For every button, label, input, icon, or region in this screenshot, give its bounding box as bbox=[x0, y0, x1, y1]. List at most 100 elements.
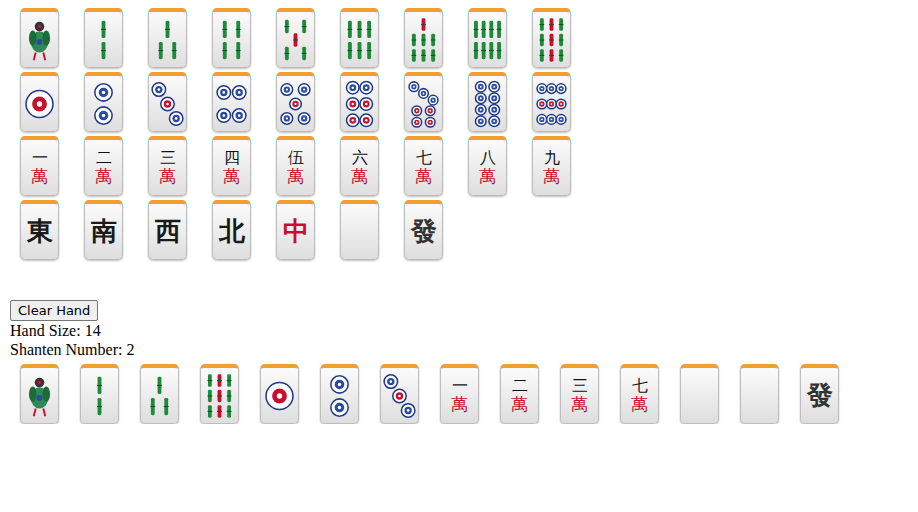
tile-suit: 萬 bbox=[543, 167, 560, 186]
hand-tile[interactable]: 三萬 bbox=[560, 364, 599, 424]
tile-numeral: 一 bbox=[32, 149, 48, 167]
tile[interactable]: 發 bbox=[404, 200, 443, 260]
hand-tile[interactable] bbox=[380, 364, 419, 424]
bamboo-icon bbox=[202, 371, 237, 421]
tile-suit: 萬 bbox=[351, 167, 368, 186]
tile-suit: 萬 bbox=[451, 395, 468, 414]
tile[interactable] bbox=[532, 72, 571, 132]
bird-icon bbox=[22, 371, 57, 421]
tile-suit: 萬 bbox=[571, 395, 588, 414]
tile[interactable] bbox=[340, 200, 379, 260]
hand-tile[interactable]: 七萬 bbox=[620, 364, 659, 424]
hand-tile[interactable] bbox=[740, 364, 779, 424]
shanten-number: Shanten Number: 2 bbox=[10, 340, 918, 359]
dots-icon bbox=[214, 79, 249, 129]
tile[interactable] bbox=[84, 72, 123, 132]
tile[interactable]: 二萬 bbox=[84, 136, 123, 196]
bamboo-icon bbox=[470, 15, 505, 65]
tile-numeral: 一 bbox=[452, 377, 468, 395]
tile-numeral: 三 bbox=[572, 377, 588, 395]
tile-numeral: 六 bbox=[352, 149, 368, 167]
tile[interactable]: 四萬 bbox=[212, 136, 251, 196]
tile[interactable] bbox=[212, 72, 251, 132]
tile[interactable] bbox=[20, 8, 59, 68]
tile-palette: 一萬二萬三萬四萬伍萬六萬七萬八萬九萬東南西北中發 bbox=[10, 8, 918, 260]
hand-tile[interactable] bbox=[80, 364, 119, 424]
hand-tile[interactable] bbox=[260, 364, 299, 424]
tile-honor: 北 bbox=[219, 217, 245, 246]
clear-hand-button[interactable]: Clear Hand bbox=[10, 300, 98, 321]
bamboo-icon bbox=[534, 15, 569, 65]
tile-suit: 萬 bbox=[479, 167, 496, 186]
tile[interactable] bbox=[212, 8, 251, 68]
tile-numeral: 伍 bbox=[288, 149, 304, 167]
tile-numeral: 九 bbox=[544, 149, 560, 167]
hand-size: Hand Size: 14 bbox=[10, 321, 918, 340]
tile[interactable] bbox=[20, 72, 59, 132]
mahjong-hand-builder: 一萬二萬三萬四萬伍萬六萬七萬八萬九萬東南西北中發Clear HandHand S… bbox=[0, 0, 918, 424]
tile[interactable]: 一萬 bbox=[20, 136, 59, 196]
tile[interactable]: 七萬 bbox=[404, 136, 443, 196]
bird-icon bbox=[22, 15, 57, 65]
tile-suit: 萬 bbox=[31, 167, 48, 186]
tile-suit: 萬 bbox=[223, 167, 240, 186]
dots-icon bbox=[22, 79, 57, 129]
dots-icon bbox=[262, 371, 297, 421]
tile-numeral: 七 bbox=[416, 149, 432, 167]
tile[interactable] bbox=[148, 8, 187, 68]
tile[interactable]: 三萬 bbox=[148, 136, 187, 196]
tile-honor: 東 bbox=[27, 217, 53, 246]
hand-tile[interactable] bbox=[140, 364, 179, 424]
tile[interactable]: 六萬 bbox=[340, 136, 379, 196]
tile[interactable] bbox=[84, 8, 123, 68]
bamboo-icon bbox=[406, 15, 441, 65]
tile-suit: 萬 bbox=[95, 167, 112, 186]
tile[interactable]: 南 bbox=[84, 200, 123, 260]
hand-tile[interactable] bbox=[200, 364, 239, 424]
tile[interactable] bbox=[276, 72, 315, 132]
tile[interactable]: 東 bbox=[20, 200, 59, 260]
tile-numeral: 二 bbox=[96, 149, 112, 167]
hand-tile[interactable] bbox=[320, 364, 359, 424]
dots-icon bbox=[534, 79, 569, 129]
hand-tile[interactable]: 發 bbox=[800, 364, 839, 424]
tile[interactable] bbox=[340, 72, 379, 132]
hand-tile[interactable] bbox=[680, 364, 719, 424]
tile-honor: 發 bbox=[411, 217, 437, 246]
dots-icon bbox=[278, 79, 313, 129]
tile[interactable]: 八萬 bbox=[468, 136, 507, 196]
tile[interactable]: 西 bbox=[148, 200, 187, 260]
tile[interactable] bbox=[532, 8, 571, 68]
tile[interactable] bbox=[468, 8, 507, 68]
hand-tile[interactable]: 一萬 bbox=[440, 364, 479, 424]
bamboo-icon bbox=[278, 15, 313, 65]
tile[interactable] bbox=[404, 8, 443, 68]
tile-suit: 萬 bbox=[287, 167, 304, 186]
dots-icon bbox=[382, 371, 417, 421]
tile[interactable] bbox=[340, 8, 379, 68]
bamboo-icon bbox=[86, 15, 121, 65]
tile-honor: 南 bbox=[91, 217, 117, 246]
tile-numeral: 三 bbox=[160, 149, 176, 167]
tile-suit: 萬 bbox=[159, 167, 176, 186]
hand-tile[interactable]: 二萬 bbox=[500, 364, 539, 424]
tile-numeral: 四 bbox=[224, 149, 240, 167]
bamboo-icon bbox=[82, 371, 117, 421]
tile-suit: 萬 bbox=[631, 395, 648, 414]
tile-numeral: 七 bbox=[632, 377, 648, 395]
dots-icon bbox=[150, 79, 185, 129]
tile-honor: 發 bbox=[807, 381, 833, 410]
tile[interactable]: 九萬 bbox=[532, 136, 571, 196]
tile[interactable]: 中 bbox=[276, 200, 315, 260]
bamboo-icon bbox=[342, 15, 377, 65]
tile[interactable] bbox=[276, 8, 315, 68]
tile[interactable]: 伍萬 bbox=[276, 136, 315, 196]
tile[interactable] bbox=[148, 72, 187, 132]
tile-numeral: 二 bbox=[512, 377, 528, 395]
tile[interactable]: 北 bbox=[212, 200, 251, 260]
dots-icon bbox=[342, 79, 377, 129]
tile[interactable] bbox=[468, 72, 507, 132]
tile[interactable] bbox=[404, 72, 443, 132]
tile-honor: 西 bbox=[155, 217, 181, 246]
hand-tile[interactable] bbox=[20, 364, 59, 424]
